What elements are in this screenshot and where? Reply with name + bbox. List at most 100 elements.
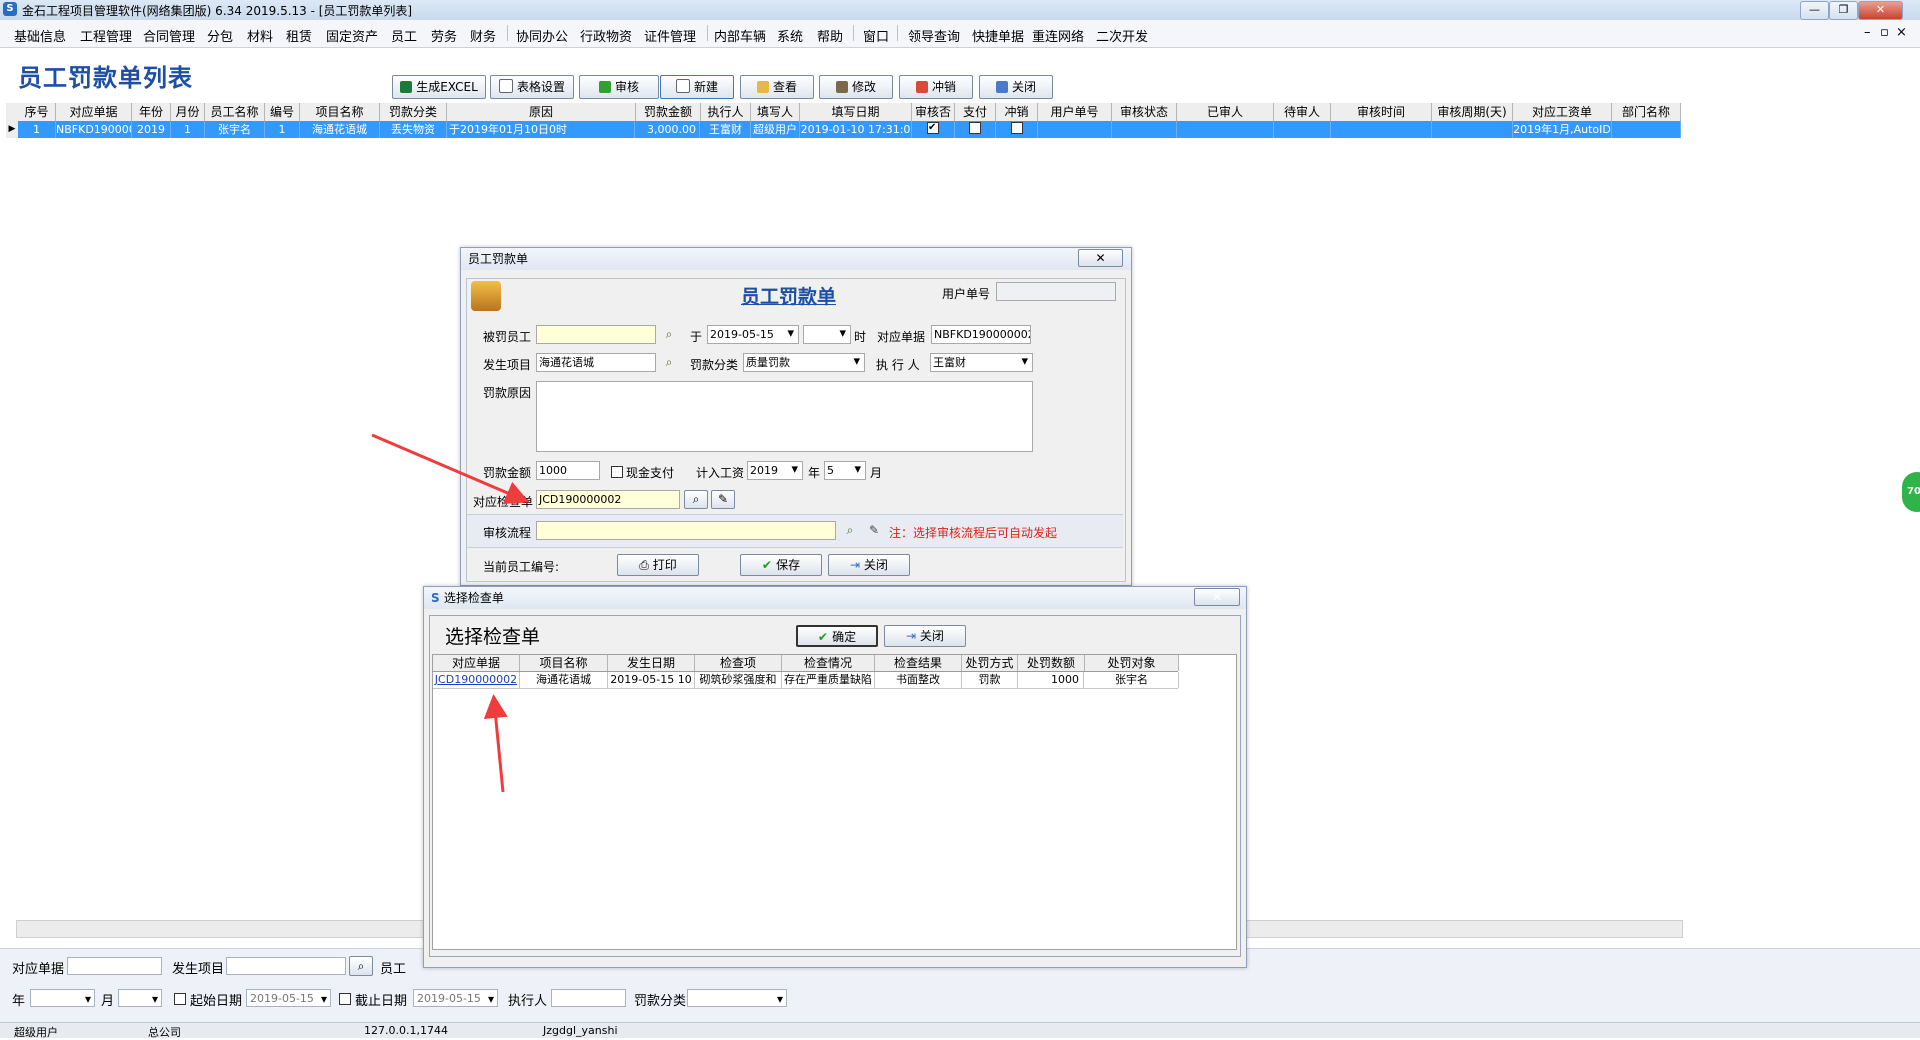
filter-month-select[interactable] bbox=[118, 989, 162, 1008]
check-doc-pick-button[interactable]: ⌕ bbox=[684, 490, 708, 509]
audited-checkbox[interactable] bbox=[927, 121, 939, 136]
hour-select[interactable] bbox=[803, 325, 851, 344]
employee-picker-icon[interactable]: ⌕ bbox=[660, 326, 678, 342]
col-header[interactable]: 执行人 bbox=[701, 103, 751, 121]
menu-leader-query[interactable]: 领导查询 bbox=[908, 26, 960, 45]
check-doc-clear-button[interactable]: ✎ bbox=[711, 490, 735, 509]
save-button[interactable]: ✔ 保存 bbox=[740, 554, 822, 576]
filter-start-checkbox[interactable] bbox=[174, 993, 186, 1005]
salary-year-select[interactable]: 2019 bbox=[747, 461, 803, 480]
col-header[interactable]: 编号 bbox=[265, 103, 300, 121]
doc-input[interactable]: NBFKD190000002 bbox=[931, 325, 1031, 344]
print-button[interactable]: ⎙ 打印 bbox=[617, 554, 699, 576]
col-header[interactable]: 对应工资单 bbox=[1513, 103, 1612, 121]
flow-picker-icon[interactable]: ⌕ bbox=[841, 522, 859, 538]
menu-subcontract[interactable]: 分包 bbox=[207, 26, 233, 45]
filter-end-checkbox[interactable] bbox=[339, 993, 351, 1005]
col-header[interactable]: 序号 bbox=[18, 103, 56, 121]
col-header[interactable]: 月份 bbox=[171, 103, 205, 121]
maximize-button[interactable]: ❐ bbox=[1829, 1, 1858, 20]
new-button[interactable]: 新建 bbox=[660, 75, 734, 99]
reason-textarea[interactable] bbox=[536, 381, 1033, 452]
menu-quick-docs[interactable]: 快捷单据 bbox=[972, 26, 1024, 45]
menu-contract-mgmt[interactable]: 合同管理 bbox=[143, 26, 195, 45]
menu-material[interactable]: 材料 bbox=[247, 26, 273, 45]
col-header[interactable]: 罚款分类 bbox=[380, 103, 447, 121]
col-header[interactable]: 用户单号 bbox=[1038, 103, 1112, 121]
col-header[interactable]: 审核时间 bbox=[1331, 103, 1432, 121]
mdi-minimize-button[interactable]: – bbox=[1864, 25, 1871, 40]
menu-internal-vehicles[interactable]: 内部车辆 bbox=[714, 26, 766, 45]
paid-checkbox[interactable] bbox=[969, 122, 981, 134]
menu-system[interactable]: 系统 bbox=[777, 26, 803, 45]
col-header[interactable]: 项目名称 bbox=[520, 655, 608, 671]
col-header[interactable]: 项目名称 bbox=[300, 103, 380, 121]
col-header[interactable]: 部门名称 bbox=[1612, 103, 1681, 121]
filter-project-pick-button[interactable]: ⌕ bbox=[349, 956, 373, 976]
menu-window[interactable]: 窗口 bbox=[863, 26, 889, 45]
col-header[interactable]: 审核状态 bbox=[1112, 103, 1177, 121]
select-close-button[interactable]: ⇥ 关闭 bbox=[884, 625, 966, 647]
edit-button[interactable]: 修改 bbox=[819, 75, 893, 99]
col-header[interactable]: 对应单据 bbox=[56, 103, 132, 121]
project-input[interactable]: 海通花语城 bbox=[536, 353, 656, 372]
col-header[interactable]: 罚款金额 bbox=[636, 103, 701, 121]
category-select[interactable]: 质量罚款 bbox=[743, 353, 865, 372]
menu-lease[interactable]: 租赁 bbox=[286, 26, 312, 45]
col-header[interactable]: 处罚方式 bbox=[962, 655, 1018, 671]
menu-certificates[interactable]: 证件管理 bbox=[644, 26, 696, 45]
table-settings-button[interactable]: 表格设置 bbox=[490, 75, 574, 99]
minimize-button[interactable]: — bbox=[1800, 1, 1829, 20]
writeoff-button[interactable]: 冲销 bbox=[899, 75, 973, 99]
fine-dialog-close-x[interactable]: ✕ bbox=[1078, 249, 1123, 267]
col-header[interactable]: 处罚数额 bbox=[1018, 655, 1085, 671]
col-header[interactable]: 对应单据 bbox=[433, 655, 520, 671]
col-header[interactable]: 审核否 bbox=[912, 103, 955, 121]
menu-reconnect[interactable]: 重连网络 bbox=[1032, 26, 1084, 45]
salary-month-select[interactable]: 5 bbox=[824, 461, 866, 480]
col-header[interactable]: 原因 bbox=[447, 103, 636, 121]
col-header[interactable]: 发生日期 bbox=[608, 655, 695, 671]
table-row[interactable]: 1 NBFKD1900000 2019 1 张宇名 1 海通花语城 丢失物资 于… bbox=[6, 121, 1681, 138]
menu-collab-office[interactable]: 协同办公 bbox=[516, 26, 568, 45]
col-header[interactable]: 员工名称 bbox=[205, 103, 265, 121]
export-excel-button[interactable]: 生成EXCEL bbox=[392, 75, 486, 99]
col-header[interactable]: 检查情况 bbox=[782, 655, 875, 671]
filter-doc-input[interactable] bbox=[67, 957, 162, 975]
table-row[interactable]: JCD190000002 海通花语城 2019-05-15 10 砌筑砂浆强度和… bbox=[433, 672, 1179, 689]
filter-project-input[interactable] bbox=[226, 957, 346, 975]
select-dialog-close-x[interactable]: ✕ bbox=[1194, 588, 1240, 606]
confirm-button[interactable]: ✔ 确定 bbox=[796, 625, 878, 647]
mdi-restore-button[interactable]: ▫ bbox=[1880, 25, 1889, 40]
user-no-input[interactable] bbox=[996, 282, 1116, 301]
col-header[interactable]: 支付 bbox=[955, 103, 996, 121]
menu-admin-supplies[interactable]: 行政物资 bbox=[580, 26, 632, 45]
menu-help[interactable]: 帮助 bbox=[817, 26, 843, 45]
col-header[interactable]: 年份 bbox=[132, 103, 171, 121]
filter-start-date[interactable]: 2019-05-15 bbox=[246, 989, 331, 1008]
employee-input[interactable] bbox=[536, 325, 656, 344]
flow-brush-icon[interactable]: ✎ bbox=[865, 522, 883, 538]
date-select[interactable]: 2019-05-15 bbox=[707, 325, 799, 344]
mdi-close-button[interactable]: × bbox=[1896, 25, 1907, 40]
filter-end-date[interactable]: 2019-05-15 bbox=[413, 989, 498, 1008]
fine-close-button[interactable]: ⇥ 关闭 bbox=[828, 554, 910, 576]
window-close-button[interactable]: ✕ bbox=[1858, 1, 1903, 20]
col-header[interactable]: 处罚对象 bbox=[1085, 655, 1179, 671]
menu-finance[interactable]: 财务 bbox=[470, 26, 496, 45]
side-float-badge[interactable]: 70 bbox=[1902, 472, 1920, 512]
menu-basic-info[interactable]: 基础信息 bbox=[14, 26, 66, 45]
col-header[interactable]: 检查结果 bbox=[875, 655, 962, 671]
col-header[interactable]: 审核周期(天) bbox=[1432, 103, 1513, 121]
filter-year-select[interactable] bbox=[30, 989, 95, 1008]
col-header[interactable]: 待审人 bbox=[1274, 103, 1331, 121]
writeoff-checkbox[interactable] bbox=[1010, 122, 1023, 134]
menu-secondary-dev[interactable]: 二次开发 bbox=[1096, 26, 1148, 45]
flow-input[interactable] bbox=[536, 521, 836, 540]
col-header[interactable]: 已审人 bbox=[1177, 103, 1274, 121]
view-button[interactable]: 查看 bbox=[740, 75, 814, 99]
filter-category-select[interactable] bbox=[687, 989, 787, 1008]
menu-labor[interactable]: 劳务 bbox=[431, 26, 457, 45]
check-doc-input[interactable]: JCD190000002 bbox=[536, 490, 680, 509]
filter-executor-input[interactable] bbox=[551, 989, 626, 1007]
